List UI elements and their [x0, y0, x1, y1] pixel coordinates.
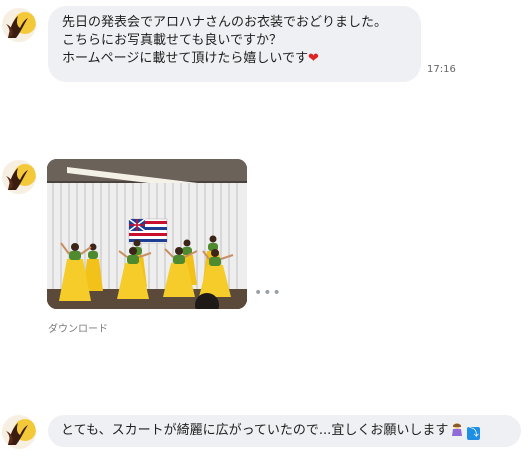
message-row-3: とても、スカートが綺麗に広がっていたので...宜しくお願いします ⤵ [0, 413, 528, 453]
message-line-1: 先日の発表会でアロハナさんのお衣装でおどりました。 [62, 15, 388, 30]
message-bubble-3[interactable]: とても、スカートが綺麗に広がっていたので...宜しくお願いします ⤵ [48, 415, 521, 447]
message-bubble-1[interactable]: 先日の発表会でアロハナさんのお衣装でおどりました。 こちらにお写真載せても良いで… [48, 6, 421, 82]
message-line-3-text: ホームページに載せて頂けたら嬉しいです [62, 51, 308, 66]
message-text-body: とても、スカートが綺麗に広がっていたので...宜しくお願いします [61, 423, 449, 438]
message-line-2: こちらにお写真載せても良いですか？ [62, 33, 282, 48]
message-text: とても、スカートが綺麗に広がっていたので...宜しくお願いします ⤵ [61, 422, 481, 440]
sender-avatar[interactable] [2, 160, 36, 194]
person-bowing-emoji [452, 423, 463, 436]
hula-dancers-photo[interactable] [47, 159, 247, 309]
sender-avatar[interactable] [2, 8, 36, 42]
message-timestamp: 17:16 [427, 64, 456, 75]
reply-icon[interactable]: ⤵ [467, 427, 481, 440]
download-link[interactable]: ダウンロード [48, 320, 108, 335]
more-options-icon[interactable]: ••• [254, 285, 282, 301]
message-line-3: ホームページに載せて頂けたら嬉しいです❤ [62, 50, 319, 67]
message-row-2: ••• ダウンロード [0, 150, 528, 340]
sender-avatar[interactable] [2, 415, 36, 449]
heart-emoji: ❤ [307, 51, 319, 66]
message-row-1: 先日の発表会でアロハナさんのお衣装でおどりました。 こちらにお写真載せても良いで… [0, 0, 528, 82]
